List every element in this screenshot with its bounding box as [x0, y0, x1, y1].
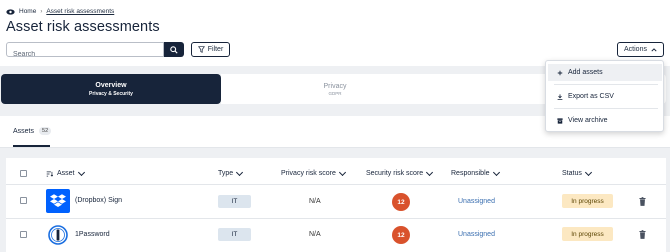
column-header-security-label: Security risk score — [366, 170, 424, 177]
asset-name[interactable]: 1Password — [75, 231, 110, 238]
asset-name[interactable]: (Dropbox) Sign — [75, 197, 122, 204]
search-field[interactable] — [6, 42, 164, 61]
tab-assets[interactable]: Assets 52 — [13, 127, 52, 135]
tab-privacy-sublabel: GDPR — [328, 90, 342, 96]
tab-assets-label: Assets — [13, 127, 35, 135]
select-all-checkbox[interactable] — [20, 170, 27, 177]
chevron-down-icon — [584, 168, 592, 176]
actions-button[interactable]: Actions — [617, 42, 664, 57]
column-header-privacy-risk-score[interactable]: Privacy risk score — [281, 168, 346, 177]
tab-overview-sublabel: Privacy & Security — [89, 90, 133, 97]
actions-menu: Add assets Export as CSV View archive — [545, 60, 664, 132]
column-header-asset-label: Asset — [57, 170, 75, 177]
assets-count-badge: 52 — [39, 127, 52, 135]
chevron-down-icon — [77, 168, 85, 176]
home-icon[interactable] — [6, 8, 15, 15]
type-badge: IT — [218, 228, 251, 241]
search-button[interactable] — [164, 42, 184, 57]
column-header-status-label: Status — [562, 170, 582, 177]
column-header-responsible-label: Responsible — [451, 170, 490, 177]
download-icon — [557, 93, 563, 100]
status-badge: In progress — [562, 194, 613, 208]
tab-privacy[interactable]: Privacy GDPR — [221, 74, 449, 104]
chevron-down-icon — [426, 168, 434, 176]
chevron-down-icon — [338, 168, 346, 176]
tab-assets-underline — [13, 145, 50, 147]
tab-overview[interactable]: Overview Privacy & Security — [1, 74, 221, 104]
menu-item-export-csv[interactable]: Export as CSV — [548, 88, 662, 105]
column-header-type-label: Type — [218, 170, 234, 177]
filter-label: Filter — [207, 46, 224, 53]
archive-icon — [557, 117, 563, 124]
search-input[interactable] — [7, 48, 163, 61]
filter-button[interactable]: Filter — [191, 42, 230, 57]
breadcrumb: Home › Asset risk assessments — [6, 8, 114, 15]
column-header-asset[interactable]: Asset — [46, 168, 85, 177]
table-header-divider — [6, 184, 666, 185]
menu-divider — [554, 108, 658, 109]
tab-overview-label: Overview — [95, 81, 127, 89]
trash-icon[interactable] — [639, 230, 646, 239]
trash-icon[interactable] — [639, 197, 646, 206]
chevron-down-icon — [236, 168, 244, 176]
breadcrumb-home[interactable]: Home — [19, 8, 36, 15]
menu-item-label: Export as CSV — [568, 93, 614, 100]
menu-item-add-assets[interactable]: Add assets — [548, 64, 662, 81]
menu-divider — [554, 84, 658, 85]
page-title: Asset risk assessments — [6, 19, 160, 35]
menu-item-label: Add assets — [568, 69, 603, 76]
responsible-link[interactable]: Unassigned — [458, 231, 495, 238]
column-header-responsible[interactable]: Responsible — [451, 168, 500, 177]
chevron-up-icon — [651, 47, 657, 51]
row-divider — [6, 218, 666, 219]
chevron-down-icon — [492, 168, 500, 176]
search-icon — [170, 45, 178, 54]
security-risk-score-badge: 12 — [392, 226, 410, 244]
breadcrumb-separator-icon: › — [40, 8, 43, 15]
plus-icon — [557, 70, 563, 75]
filter-icon — [197, 46, 205, 53]
privacy-risk-score: N/A — [309, 231, 321, 238]
1password-icon — [46, 223, 70, 247]
column-header-status[interactable]: Status — [562, 168, 592, 177]
menu-item-label: View archive — [568, 117, 608, 124]
row-checkbox[interactable] — [20, 231, 27, 238]
tab-privacy-label: Privacy — [323, 82, 347, 90]
actions-label: Actions — [624, 46, 647, 53]
type-badge: IT — [218, 195, 251, 208]
column-header-privacy-label: Privacy risk score — [281, 170, 336, 177]
privacy-risk-score: N/A — [309, 198, 321, 205]
breadcrumb-current[interactable]: Asset risk assessments — [46, 8, 114, 15]
security-risk-score-badge: 12 — [392, 193, 410, 211]
column-header-security-risk-score[interactable]: Security risk score — [366, 168, 434, 177]
dropbox-icon — [46, 189, 70, 213]
sort-icon — [46, 171, 53, 177]
responsible-link[interactable]: Unassigned — [458, 198, 495, 205]
status-badge: In progress — [562, 227, 613, 241]
column-header-type[interactable]: Type — [218, 168, 244, 177]
menu-item-view-archive[interactable]: View archive — [548, 112, 662, 129]
row-checkbox[interactable] — [20, 197, 27, 204]
